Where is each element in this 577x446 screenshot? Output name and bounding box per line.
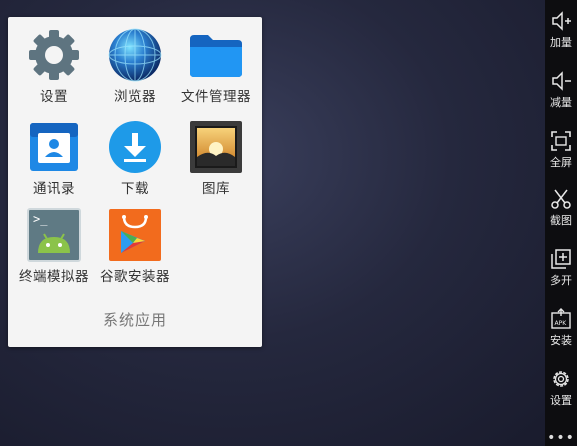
folder-icon bbox=[188, 27, 244, 83]
browser-globe-icon bbox=[107, 27, 163, 83]
volume-down-icon bbox=[552, 71, 571, 91]
app-download[interactable]: 下载 bbox=[93, 119, 177, 197]
apk-install-icon: APK bbox=[551, 308, 571, 329]
scissors-icon bbox=[551, 189, 571, 209]
multi-open-icon bbox=[551, 249, 571, 269]
svg-text:>_: >_ bbox=[33, 212, 48, 226]
app-file-manager[interactable]: 文件管理器 bbox=[174, 27, 258, 105]
gear-icon bbox=[553, 371, 569, 387]
toolbar-label: 加量 bbox=[550, 36, 572, 49]
app-google-installer[interactable]: 谷歌安装器 bbox=[93, 207, 177, 285]
app-label: 文件管理器 bbox=[181, 89, 251, 105]
emulator-toolbar: 加量 减量 全屏 截图 多开 APK 安装 设置 ••• bbox=[545, 0, 577, 446]
settings-button[interactable]: 设置 bbox=[545, 368, 577, 408]
emulator-desktop: 设置 浏览器 文件管理器 通讯录 下载 图库 >_ 终端模拟器 谷歌安装器 系统… bbox=[0, 0, 545, 446]
app-label: 终端模拟器 bbox=[19, 269, 89, 285]
volume-up-icon bbox=[552, 11, 571, 31]
more-options-icon[interactable]: ••• bbox=[545, 430, 577, 446]
contacts-icon bbox=[26, 119, 82, 175]
fullscreen-icon bbox=[551, 131, 571, 151]
toolbar-label: 减量 bbox=[550, 96, 572, 109]
download-icon bbox=[107, 119, 163, 175]
installer-bag-icon bbox=[107, 207, 163, 263]
app-label: 浏览器 bbox=[114, 89, 156, 105]
toolbar-label: 多开 bbox=[550, 274, 572, 287]
folder-title: 系统应用 bbox=[102, 311, 167, 329]
app-label: 设置 bbox=[40, 89, 68, 105]
gallery-icon bbox=[188, 119, 244, 175]
install-apk-button[interactable]: APK 安装 bbox=[545, 308, 577, 348]
app-label: 下载 bbox=[121, 181, 149, 197]
multi-open-button[interactable]: 多开 bbox=[545, 248, 577, 288]
settings-gear-icon bbox=[26, 27, 82, 83]
toolbar-label: 安装 bbox=[550, 334, 572, 347]
app-terminal-emulator[interactable]: >_ 终端模拟器 bbox=[12, 207, 96, 285]
app-contacts[interactable]: 通讯录 bbox=[12, 119, 96, 197]
app-label: 谷歌安装器 bbox=[100, 269, 170, 285]
app-label: 图库 bbox=[202, 181, 230, 197]
system-apps-folder: 设置 浏览器 文件管理器 通讯录 下载 图库 >_ 终端模拟器 谷歌安装器 系统… bbox=[8, 17, 262, 347]
terminal-android-icon: >_ bbox=[26, 207, 82, 263]
toolbar-label: 设置 bbox=[550, 394, 572, 407]
app-label: 通讯录 bbox=[33, 181, 75, 197]
app-settings[interactable]: 设置 bbox=[12, 27, 96, 105]
screenshot-button[interactable]: 截图 bbox=[545, 188, 577, 228]
volume-up-button[interactable]: 加量 bbox=[545, 10, 577, 50]
volume-down-button[interactable]: 减量 bbox=[545, 70, 577, 110]
svg-text:APK: APK bbox=[555, 320, 568, 327]
toolbar-label: 全屏 bbox=[550, 156, 572, 169]
fullscreen-button[interactable]: 全屏 bbox=[545, 130, 577, 170]
toolbar-label: 截图 bbox=[550, 214, 572, 227]
app-browser[interactable]: 浏览器 bbox=[93, 27, 177, 105]
app-gallery[interactable]: 图库 bbox=[174, 119, 258, 197]
